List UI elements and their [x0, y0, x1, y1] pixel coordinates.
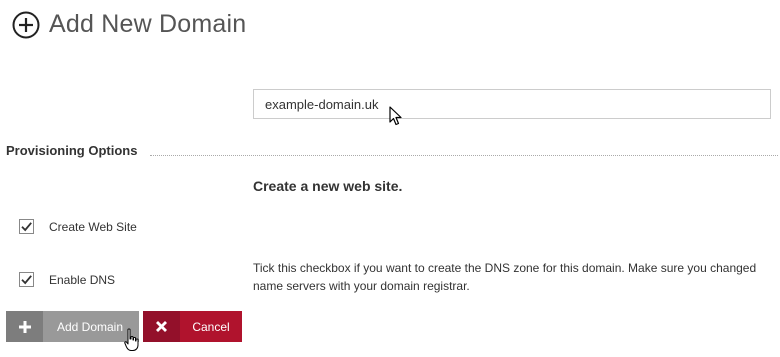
enable-dns-option[interactable]: Enable DNS: [19, 272, 115, 287]
create-web-site-option[interactable]: Create Web Site: [19, 219, 137, 234]
section-title: Provisioning Options: [6, 143, 142, 158]
cancel-label: Cancel: [192, 319, 230, 334]
option-description-title: Create a new web site.: [253, 178, 403, 194]
checkmark-icon: [21, 222, 32, 232]
hand-pointer-icon: [124, 328, 140, 357]
page-title: Add New Domain: [49, 10, 247, 38]
create-web-site-checkbox[interactable]: [19, 219, 34, 234]
plus-icon: [6, 311, 43, 342]
domain-name-input[interactable]: [253, 89, 771, 119]
create-web-site-label[interactable]: Create Web Site: [49, 220, 137, 234]
cancel-button[interactable]: Cancel: [143, 311, 242, 342]
mouse-pointer-icon: [389, 106, 403, 131]
add-domain-button[interactable]: Add Domain: [6, 311, 139, 342]
enable-dns-checkbox[interactable]: [19, 272, 34, 287]
checkmark-icon: [21, 275, 32, 285]
page-header: Add New Domain: [12, 10, 246, 39]
plus-circle-icon: [12, 11, 40, 39]
provisioning-options-header: Provisioning Options: [6, 143, 778, 159]
dns-help-text: Tick this checkbox if you want to create…: [253, 261, 757, 293]
section-divider: [150, 155, 778, 156]
x-icon: [143, 311, 180, 342]
enable-dns-label[interactable]: Enable DNS: [49, 273, 115, 287]
